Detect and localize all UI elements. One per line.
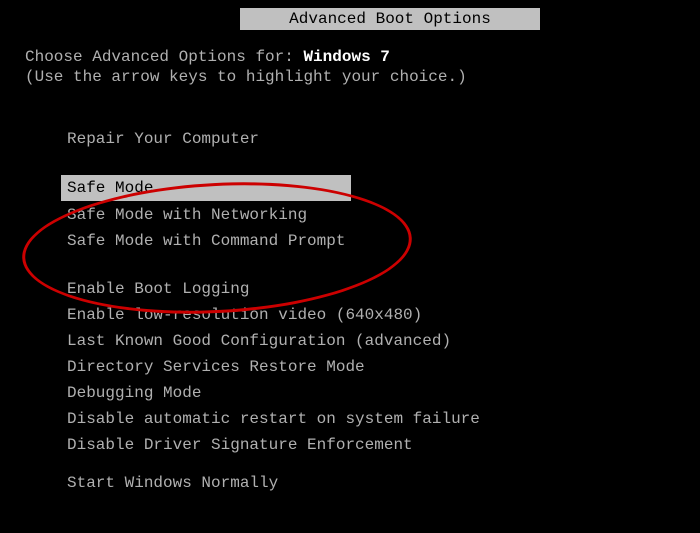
menu-item-debugging[interactable]: Debugging Mode <box>67 380 675 406</box>
header-line: Choose Advanced Options for: Windows 7 <box>25 48 675 66</box>
menu-label: Disable automatic restart on system fail… <box>67 410 480 428</box>
menu-label: Enable low-resolution video (640x480) <box>67 306 422 324</box>
menu-item-disable-driver-sig[interactable]: Disable Driver Signature Enforcement <box>67 432 675 458</box>
header-prefix: Choose Advanced Options for: <box>25 48 303 66</box>
menu-item-dsrm[interactable]: Directory Services Restore Mode <box>67 354 675 380</box>
menu-item-disable-auto-restart[interactable]: Disable automatic restart on system fail… <box>67 406 675 432</box>
menu-label: Debugging Mode <box>67 384 201 402</box>
menu-group-advanced: Enable Boot Logging Enable low-resolutio… <box>67 276 675 496</box>
menu-label: Start Windows Normally <box>67 474 278 492</box>
menu-label: Last Known Good Configuration (advanced) <box>67 332 451 350</box>
menu-item-safe-mode[interactable]: Safe Mode <box>67 174 675 202</box>
menu-label: Disable Driver Signature Enforcement <box>67 436 413 454</box>
menu-group-safemode: Safe Mode Safe Mode with Networking Safe… <box>67 174 675 254</box>
menu-group-repair: Repair Your Computer <box>67 126 675 152</box>
menu-item-last-known-good[interactable]: Last Known Good Configuration (advanced) <box>67 328 675 354</box>
menu-label: Safe Mode with Command Prompt <box>67 232 345 250</box>
menu-item-safe-mode-cmd[interactable]: Safe Mode with Command Prompt <box>67 228 675 254</box>
hint-line: (Use the arrow keys to highlight your ch… <box>25 68 675 86</box>
menu-label: Safe Mode with Networking <box>67 206 307 224</box>
menu-item-boot-logging[interactable]: Enable Boot Logging <box>67 276 675 302</box>
menu-label: Repair Your Computer <box>67 130 259 148</box>
menu-item-repair[interactable]: Repair Your Computer <box>67 126 675 152</box>
menu-item-safe-mode-networking[interactable]: Safe Mode with Networking <box>67 202 675 228</box>
os-name: Windows 7 <box>303 48 389 66</box>
content-area: Choose Advanced Options for: Windows 7 (… <box>0 30 700 514</box>
menu-item-low-res[interactable]: Enable low-resolution video (640x480) <box>67 302 675 328</box>
boot-menu: Repair Your Computer Safe Mode Safe Mode… <box>67 126 675 496</box>
menu-item-start-normally[interactable]: Start Windows Normally <box>67 470 675 496</box>
page-title: Advanced Boot Options <box>289 10 491 28</box>
title-bar: Advanced Boot Options <box>240 8 540 30</box>
menu-label: Directory Services Restore Mode <box>67 358 365 376</box>
menu-label: Enable Boot Logging <box>67 280 249 298</box>
menu-label-selected: Safe Mode <box>61 175 351 201</box>
